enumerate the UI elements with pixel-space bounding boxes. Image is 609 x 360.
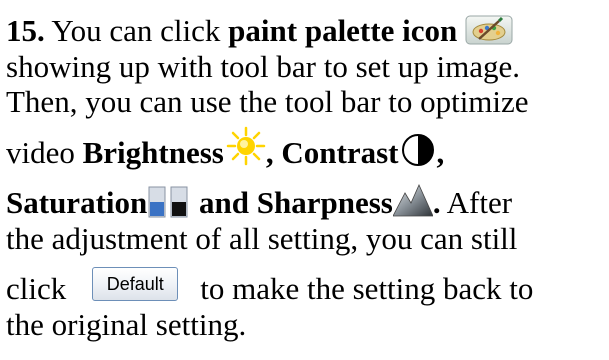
comma-1: ,	[265, 135, 282, 171]
paint-palette-icon[interactable]	[465, 15, 513, 45]
sun-icon	[226, 126, 266, 166]
and-sharpness-label: and Sharpness	[191, 185, 393, 220]
after-text: After	[440, 185, 513, 220]
step-number: 15.	[6, 13, 45, 48]
line1-text: You can click	[44, 13, 229, 48]
instruction-line-8: the original setting.	[6, 307, 247, 342]
line4-text: video	[6, 135, 83, 171]
instruction-line-5: Saturation and Sharpness . After	[6, 183, 513, 223]
instruction-line-6: the adjustment of all setting, you can s…	[6, 221, 518, 256]
period: .	[432, 185, 441, 220]
line7-rest: to make the setting back to	[200, 271, 534, 306]
instruction-line-1: 15. You can click paint palette icon	[6, 14, 513, 49]
instruction-line-7: click Default to make the setting back to	[6, 266, 534, 309]
instruction-line-4: video Brightness , Contrast ,	[6, 126, 445, 176]
contrast-label: Contrast	[281, 135, 399, 171]
sharpness-icon	[392, 183, 434, 217]
palette-icon-label: paint palette icon	[228, 13, 458, 48]
instruction-line-2: showing up with tool bar to set up image…	[6, 49, 521, 84]
saturation-icon	[147, 186, 191, 218]
default-button[interactable]: Default	[92, 266, 179, 301]
instruction-line-3: Then, you can use the tool bar to optimi…	[6, 84, 529, 119]
contrast-icon	[400, 132, 436, 168]
brightness-label: Brightness	[82, 135, 224, 171]
saturation-label: Saturation	[6, 185, 148, 220]
click-text: click	[6, 271, 67, 306]
comma-2: ,	[436, 135, 445, 171]
